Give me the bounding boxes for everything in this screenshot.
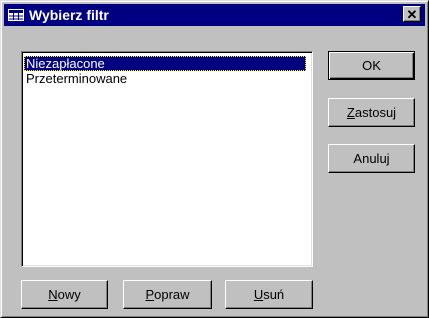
close-button[interactable]: ✕ (403, 6, 421, 22)
ok-button[interactable]: OK (328, 51, 415, 80)
ok-button-label: OK (362, 58, 381, 73)
list-item[interactable]: Niezapłacone (24, 56, 306, 71)
window-title: Wybierz filtr (29, 7, 109, 23)
delete-button-label: Usuń (253, 287, 285, 302)
new-button-label: Nowy (48, 287, 81, 302)
new-button[interactable]: Nowy (21, 280, 108, 309)
close-icon: ✕ (406, 6, 418, 22)
list-item[interactable]: Przeterminowane (24, 71, 306, 86)
table-icon (8, 8, 24, 22)
edit-button[interactable]: Popraw (123, 280, 212, 309)
apply-button-label: Zastosuj (346, 105, 397, 120)
edit-button-label: Popraw (145, 287, 190, 302)
cancel-button-label: Anuluj (353, 151, 390, 166)
apply-button[interactable]: Zastosuj (328, 98, 415, 127)
title-bar[interactable]: Wybierz filtr ✕ (4, 4, 425, 26)
delete-button[interactable]: Usuń (225, 280, 313, 309)
filter-list[interactable]: Niezapłacone Przeterminowane (21, 51, 313, 267)
filter-dialog: Wybierz filtr ✕ Niezapłacone Przetermino… (0, 0, 429, 318)
cancel-button[interactable]: Anuluj (328, 144, 415, 173)
